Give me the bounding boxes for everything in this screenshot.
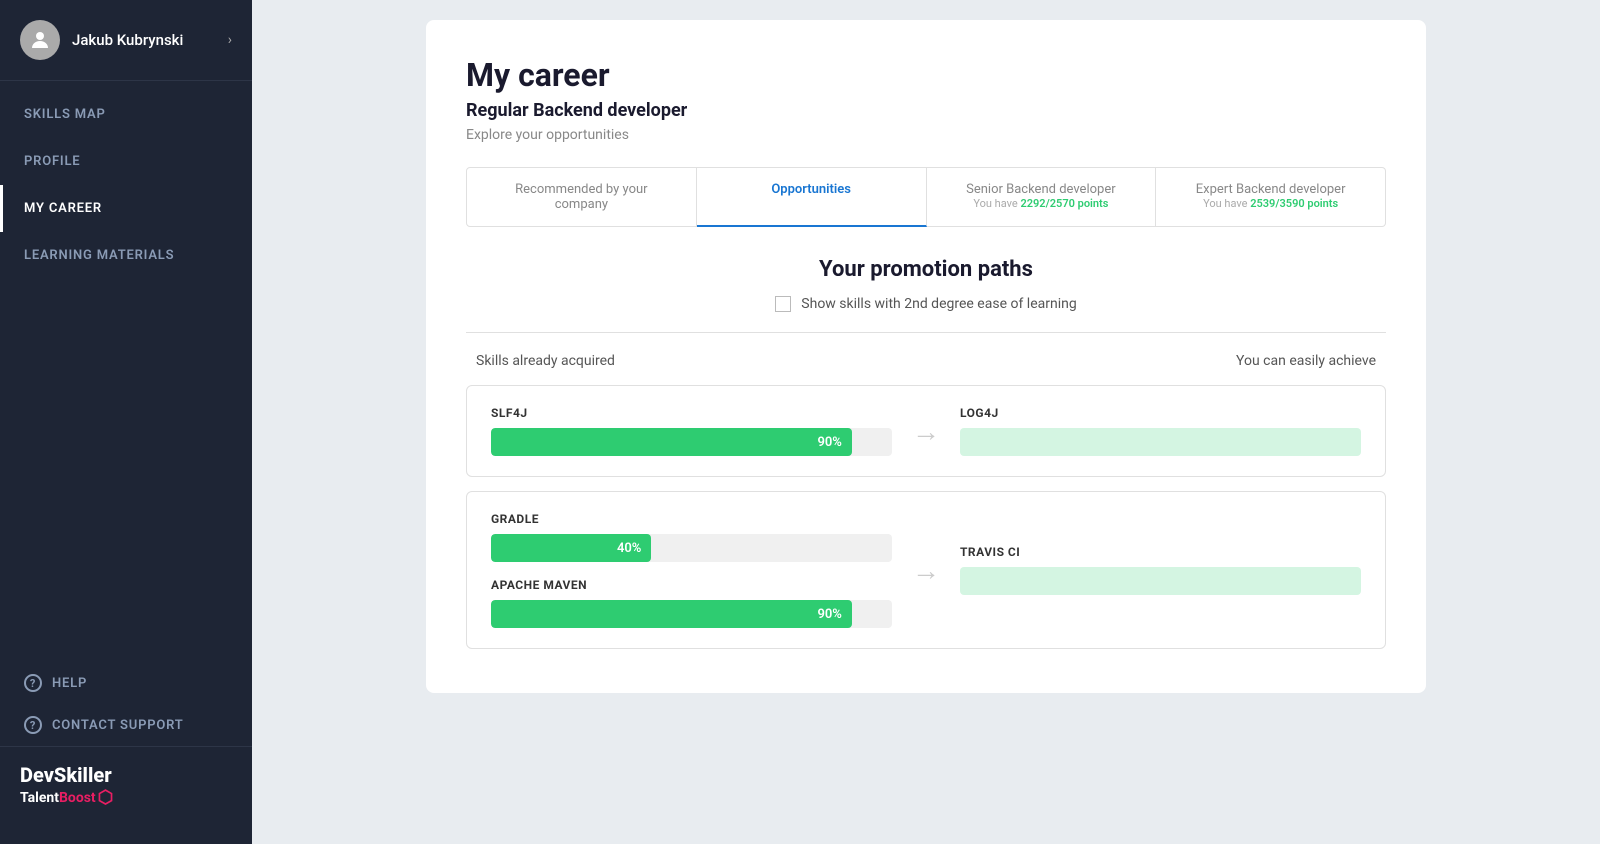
skill-name-travis: TRAVIS CI	[960, 545, 1361, 559]
skill-name-apache-maven: APACHE MAVEN	[491, 578, 892, 592]
progress-fill-apache-maven: 90%	[491, 600, 852, 628]
promotion-title: Your promotion paths	[466, 257, 1386, 282]
sidebar-item-my-career[interactable]: MY CAREER	[0, 185, 252, 232]
brand-name-row2: Talent Boost ⬡	[20, 787, 232, 808]
skill-right-travis: TRAVIS CI	[960, 545, 1361, 595]
sidebar-item-profile[interactable]: PROFILE	[0, 138, 252, 185]
skill-card-slf4j: SLF4J 90% → LOG4J	[466, 385, 1386, 477]
tab-recommended[interactable]: Recommended by yourcompany	[466, 167, 697, 227]
page-title: My career	[466, 56, 1386, 94]
skill-name-slf4j: SLF4J	[491, 406, 892, 420]
skill-right-log4j: LOG4J	[960, 406, 1361, 456]
skill-left-gradle: GRADLE 40% APACHE MAVEN 90%	[491, 512, 892, 628]
progress-bar-slf4j: 90%	[491, 428, 892, 456]
skill-name-log4j: LOG4J	[960, 406, 1361, 420]
tab-expert[interactable]: Expert Backend developer You have 2539/3…	[1156, 167, 1386, 227]
tab-senior-label: Senior Backend developer	[939, 182, 1144, 197]
tab-senior-sub: You have 2292/2570 points	[939, 197, 1144, 210]
help-label: HELP	[52, 676, 87, 691]
page-explore: Explore your opportunities	[466, 127, 1386, 143]
progress-text-slf4j: 90%	[817, 435, 841, 450]
contact-support-button[interactable]: ? CONTACT SUPPORT	[0, 704, 252, 746]
progress-text-apache-maven: 90%	[817, 607, 841, 622]
brand-boost: Boost	[59, 790, 96, 806]
help-icon: ?	[24, 674, 42, 692]
progress-bar-apache-maven: 90%	[491, 600, 892, 628]
sidebar: Jakub Kubrynski › SKILLS MAP PROFILE MY …	[0, 0, 252, 844]
tab-senior-sub-text: You have	[973, 197, 1017, 210]
help-button[interactable]: ? HELP	[0, 662, 252, 704]
tab-expert-sub-text: You have	[1203, 197, 1247, 210]
sidebar-bottom: ? HELP ? CONTACT SUPPORT DevSkiller Tale…	[0, 662, 252, 844]
skill-left-slf4j: SLF4J 90%	[491, 406, 892, 456]
skill-card-gradle: GRADLE 40% APACHE MAVEN 90% →	[466, 491, 1386, 649]
sidebar-item-skills-map[interactable]: SKILLS MAP	[0, 91, 252, 138]
main-content: My career Regular Backend developer Expl…	[252, 0, 1600, 844]
skill-name-gradle: GRADLE	[491, 512, 892, 526]
progress-bar-gradle: 40%	[491, 534, 892, 562]
progress-fill-gradle: 40%	[491, 534, 651, 562]
skills-2nd-degree-checkbox[interactable]	[775, 296, 791, 312]
tab-recommended-label: Recommended by yourcompany	[479, 182, 684, 212]
user-arrow-icon: ›	[228, 32, 232, 48]
username: Jakub Kubrynski	[72, 31, 228, 49]
page-subtitle: Regular Backend developer	[466, 100, 1386, 121]
brand-name-row1: DevSkiller	[20, 763, 232, 787]
checkbox-row: Show skills with 2nd degree ease of lear…	[466, 296, 1386, 312]
tab-opportunities-label: Opportunities	[709, 182, 914, 197]
tab-opportunities[interactable]: Opportunities	[697, 167, 927, 227]
tab-expert-label: Expert Backend developer	[1168, 182, 1373, 197]
progress-bar-travis	[960, 567, 1361, 595]
divider	[466, 332, 1386, 333]
arrow-icon-gradle: →	[912, 554, 940, 587]
brand-logo: DevSkiller Talent Boost ⬡	[0, 746, 252, 824]
col-achieve-label: You can easily achieve	[1236, 353, 1376, 369]
checkbox-label: Show skills with 2nd degree ease of lear…	[801, 296, 1076, 312]
career-card: My career Regular Backend developer Expl…	[426, 20, 1426, 693]
tab-expert-sub: You have 2539/3590 points	[1168, 197, 1373, 210]
col-acquired-label: Skills already acquired	[476, 353, 615, 369]
avatar	[20, 20, 60, 60]
progress-fill-slf4j: 90%	[491, 428, 852, 456]
progress-text-gradle: 40%	[617, 541, 641, 556]
progress-bar-log4j	[960, 428, 1361, 456]
tab-expert-points: 2539/3590 points	[1250, 197, 1338, 210]
contact-support-label: CONTACT SUPPORT	[52, 718, 184, 733]
tab-senior-points: 2292/2570 points	[1020, 197, 1108, 210]
brand-talent: Talent	[20, 790, 59, 806]
contact-support-icon: ?	[24, 716, 42, 734]
main-nav: SKILLS MAP PROFILE MY CAREER LEARNING MA…	[0, 81, 252, 662]
arrow-icon-slf4j: →	[912, 415, 940, 448]
brand-icon: ⬡	[98, 787, 114, 808]
sidebar-item-learning-materials[interactable]: LEARNING MATERIALS	[0, 232, 252, 279]
career-tabs: Recommended by yourcompany Opportunities…	[466, 167, 1386, 227]
tab-senior[interactable]: Senior Backend developer You have 2292/2…	[927, 167, 1157, 227]
user-profile-button[interactable]: Jakub Kubrynski ›	[0, 0, 252, 81]
columns-header: Skills already acquired You can easily a…	[466, 353, 1386, 369]
